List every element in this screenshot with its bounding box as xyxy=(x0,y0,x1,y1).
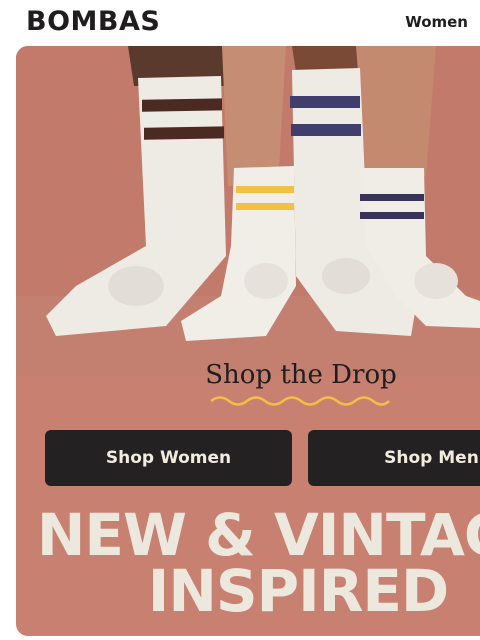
squiggle-decoration xyxy=(210,396,390,406)
shop-men-button[interactable]: Shop Men xyxy=(308,430,480,486)
shop-the-drop-heading: Shop the Drop xyxy=(205,360,397,390)
shop-women-button[interactable]: Shop Women xyxy=(45,430,292,486)
socks-photo xyxy=(16,46,480,376)
bombas-logo[interactable]: BOMBAS xyxy=(26,6,160,37)
hero-banner: Shop the Drop Shop Women Shop Men NEW & … xyxy=(16,46,480,636)
site-header: BOMBAS Women xyxy=(0,0,480,46)
nav-women-link[interactable]: Women xyxy=(405,13,468,31)
headline-line2: INSPIRED xyxy=(147,557,449,625)
